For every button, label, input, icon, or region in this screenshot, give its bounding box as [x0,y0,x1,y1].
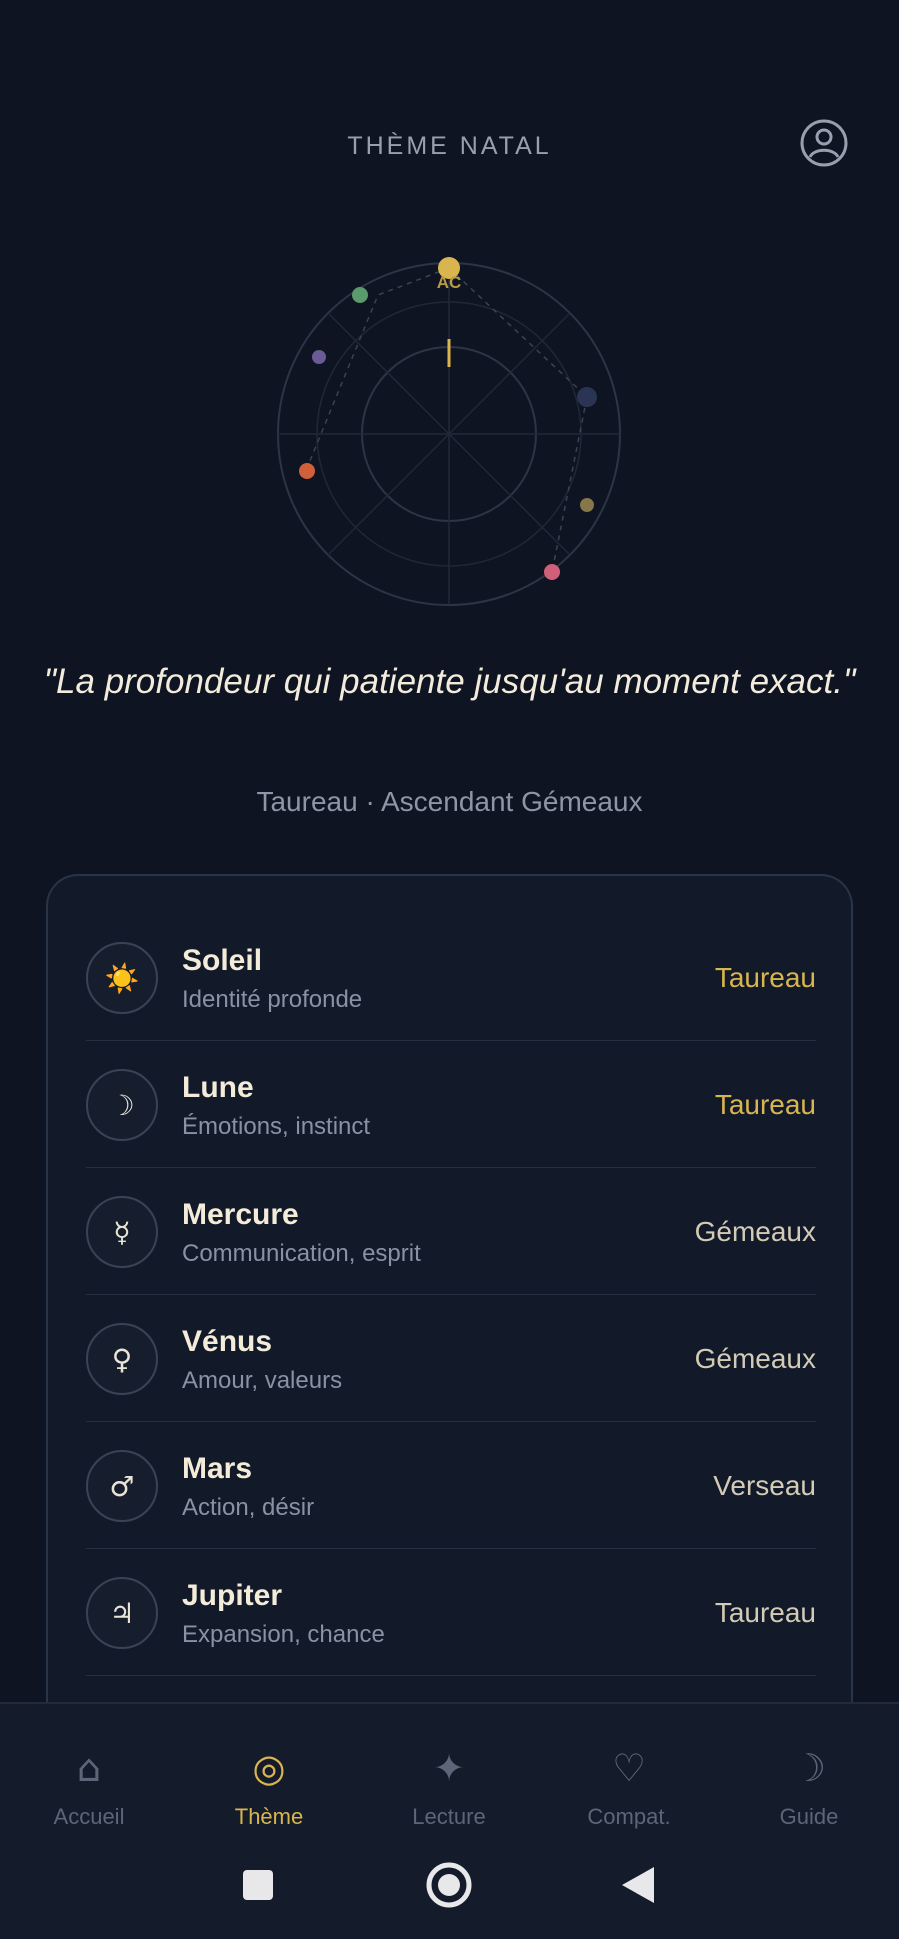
moon-icon: ☽ [791,1746,827,1790]
planet-dot-navy [577,387,597,407]
planet-sign: Gémeaux [694,1216,816,1247]
nav-label: Accueil [53,1804,125,1829]
planet-dot-purple [312,350,326,364]
venus-icon: ♀ [86,1323,158,1395]
quote-text: "La profondeur qui patiente jusqu'au mom… [43,662,856,701]
sun-icon: ☀️ [86,942,158,1014]
planet-description: Expansion, chance [182,1621,385,1648]
target-icon: ◎ [252,1746,286,1790]
nav-label: Lecture [412,1804,486,1829]
header: THÈME NATAL [0,118,899,174]
planet-name: Vénus [182,1325,273,1358]
planet-description: Action, désir [182,1494,315,1521]
planet-row-jupiter[interactable]: ♃ Jupiter Expansion, chance Taureau [86,1549,816,1676]
planet-dot-olive [580,498,594,512]
sparkle-icon: ✦ [433,1746,465,1790]
heart-icon: ♡ [611,1746,647,1790]
ascendant-label: AC [437,273,462,292]
planet-sign: Taureau [714,1597,816,1628]
planet-row-mars[interactable]: ♂ Mars Action, désir Verseau [86,1422,816,1549]
home-icon: ⌂ [76,1746,102,1790]
planet-sign: Verseau [713,1470,816,1501]
planet-row-soleil[interactable]: ☀️ Soleil Identité profonde Taureau [86,914,816,1041]
planet-dot-red [299,463,315,479]
user-circle-icon [800,119,848,167]
natal-chart: AC [274,250,624,610]
jupiter-icon: ♃ [86,1577,158,1649]
page-title: THÈME NATAL [347,132,552,160]
nav-accueil[interactable]: ⌂ Accueil [14,1744,164,1844]
system-navigation-bar [0,1860,899,1910]
nav-label: Compat. [587,1804,671,1829]
nav-label: Thème [234,1804,304,1829]
planet-row-mercure[interactable]: ☿ Mercure Communication, esprit Gémeaux [86,1168,816,1295]
planet-name: Mercure [182,1198,299,1231]
planet-description: Identité profonde [182,986,363,1013]
planet-dot-green [352,287,368,303]
back-button [622,1867,654,1903]
recents-button [243,1870,273,1900]
moon-icon: ☽ [86,1069,158,1141]
nav-guide[interactable]: ☽ Guide [734,1744,884,1844]
planet-name: Soleil [182,944,263,977]
planet-description: Émotions, instinct [182,1113,371,1140]
nav-lecture[interactable]: ✦ Lecture [374,1744,524,1844]
planet-dot-pink [544,564,560,580]
planet-row-lune[interactable]: ☽ Lune Émotions, instinct Taureau [86,1041,816,1168]
planet-description: Amour, valeurs [182,1367,343,1394]
nav-compat[interactable]: ♡ Compat. [554,1744,704,1844]
planet-sign: Gémeaux [694,1343,816,1374]
planet-name: Jupiter [182,1579,283,1612]
planet-sign: Taureau [714,1089,816,1120]
planet-name: Lune [182,1071,254,1104]
profile-button[interactable] [799,118,849,168]
sign-summary: Taureau · Ascendant Gémeaux [256,786,643,817]
planet-sign: Taureau [714,962,816,993]
planet-description: Communication, esprit [182,1240,421,1267]
planet-name: Mars [182,1452,253,1485]
nav-label: Guide [779,1804,839,1829]
mercury-icon: ☿ [86,1196,158,1268]
mars-icon: ♂ [86,1450,158,1522]
nav-theme[interactable]: ◎ Thème [194,1744,344,1844]
planet-row-venus[interactable]: ♀ Vénus Amour, valeurs Gémeaux [86,1295,816,1422]
